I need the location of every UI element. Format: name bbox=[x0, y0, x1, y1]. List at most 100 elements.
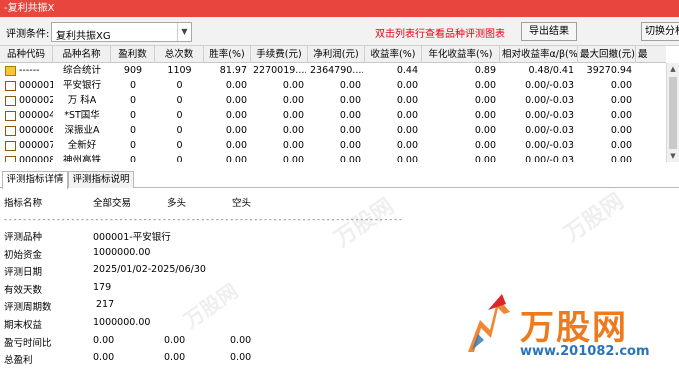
row-drawdown: 0.00 bbox=[610, 140, 632, 151]
condition-label: 评测条件: bbox=[6, 29, 50, 40]
row-name: 综合统计 bbox=[62, 65, 101, 76]
stock-icon bbox=[5, 126, 16, 136]
metric-label: 评测日期 bbox=[4, 267, 43, 278]
window-title: -复利共振X bbox=[0, 0, 679, 17]
row-wins: 0 bbox=[129, 125, 137, 136]
column-header[interactable]: 净利润(元) bbox=[308, 46, 365, 63]
row-winrate: 0.00 bbox=[225, 80, 247, 91]
switch-analysis-button[interactable]: 切换分析 bbox=[641, 22, 679, 41]
row-fee: 0.00 bbox=[282, 125, 304, 136]
row-fee: 0.00 bbox=[282, 155, 304, 162]
row-return: 0.00 bbox=[396, 95, 418, 106]
row-wins: 0 bbox=[129, 80, 137, 91]
table-scrollbar[interactable]: ▲ ▼ bbox=[666, 63, 679, 162]
metric-label: 期末权益 bbox=[4, 320, 43, 331]
column-header[interactable]: 品种代码 bbox=[0, 46, 53, 63]
row-wins: 909 bbox=[123, 65, 143, 76]
row-wins: 0 bbox=[129, 110, 137, 121]
metric-label: 评测周期数 bbox=[4, 302, 52, 313]
metric-all: 1000000.00 bbox=[93, 247, 151, 258]
condition-select[interactable]: 复利共振XG ▼ bbox=[51, 22, 192, 42]
row-annual-return: 0.00 bbox=[474, 95, 496, 106]
row-fee: 0.00 bbox=[282, 95, 304, 106]
row-annual-return: 0.00 bbox=[474, 125, 496, 136]
scroll-thumb[interactable] bbox=[669, 77, 677, 149]
table-header: 品种代码 品种名称 盈利数 总次数 胜率(%) 手续费(元) 净利润(元) 收益… bbox=[0, 46, 666, 63]
metric-label: 盈亏时间比 bbox=[4, 338, 52, 349]
column-header[interactable]: 相对收益率α/β(%) bbox=[500, 46, 578, 63]
column-header[interactable]: 盈利数 bbox=[111, 46, 155, 63]
column-header[interactable]: 最大回撤(元) bbox=[578, 46, 636, 63]
row-total: 0 bbox=[176, 80, 183, 91]
row-profit: 0.00 bbox=[339, 155, 361, 162]
row-name: 万 科A bbox=[67, 95, 97, 106]
stock-icon bbox=[5, 111, 16, 121]
chevron-down-icon[interactable]: ▼ bbox=[177, 23, 191, 41]
row-return: 0.00 bbox=[396, 110, 418, 121]
row-annual-return: 0.00 bbox=[474, 80, 496, 91]
table-row[interactable]: ------ 综合统计 909 1109 81.97 2270019.... 2… bbox=[0, 63, 666, 78]
row-total: 0 bbox=[176, 140, 183, 151]
stock-icon bbox=[5, 96, 16, 106]
metric-all: 217 bbox=[96, 299, 115, 310]
row-code: 000004 bbox=[19, 110, 53, 121]
col-header-all: 全部交易 bbox=[93, 198, 132, 209]
tab-metric-description[interactable]: 评测指标说明 bbox=[68, 171, 134, 188]
row-profit: 0.00 bbox=[339, 95, 361, 106]
column-header[interactable]: 胜率(%) bbox=[204, 46, 251, 63]
row-code: 000002 bbox=[19, 95, 53, 106]
table-row[interactable]: 000004 *ST国华 0 0 0.00 0.00 0.00 0.00 0.0… bbox=[0, 108, 666, 123]
row-code: 000001 bbox=[19, 80, 53, 91]
metric-all: 179 bbox=[93, 282, 112, 293]
row-fee: 0.00 bbox=[282, 140, 304, 151]
metric-label: 有效天数 bbox=[4, 285, 43, 296]
scroll-down-icon[interactable]: ▼ bbox=[667, 150, 679, 162]
row-wins: 0 bbox=[129, 95, 137, 106]
row-annual-return: 0.89 bbox=[474, 65, 496, 76]
col-header-short: 空头 bbox=[232, 198, 252, 209]
row-return: 0.00 bbox=[396, 125, 418, 136]
metric-all: 1000000.00 bbox=[93, 317, 151, 328]
row-relative-return: 0.00/-0.03 bbox=[525, 125, 574, 136]
tab-metric-details[interactable]: 评测指标详情 bbox=[2, 171, 68, 189]
stock-icon bbox=[5, 156, 16, 162]
row-return: 0.00 bbox=[396, 80, 418, 91]
row-profit: 0.00 bbox=[339, 110, 361, 121]
row-wins: 0 bbox=[129, 155, 137, 162]
row-winrate: 0.00 bbox=[225, 140, 247, 151]
row-relative-return: 0.00/-0.03 bbox=[525, 110, 574, 121]
row-relative-return: 0.48/0.41 bbox=[528, 65, 574, 76]
metric-all: 000001-平安银行 bbox=[93, 232, 171, 243]
row-fee: 2270019.... bbox=[253, 65, 306, 76]
table-row[interactable]: 000006 深振业A 0 0 0.00 0.00 0.00 0.00 0.00… bbox=[0, 123, 666, 138]
row-drawdown: 0.00 bbox=[610, 155, 632, 162]
row-total: 0 bbox=[176, 125, 183, 136]
row-return: 0.00 bbox=[396, 155, 418, 162]
column-header[interactable]: 最 bbox=[636, 46, 666, 63]
column-header[interactable]: 收益率(%) bbox=[365, 46, 422, 63]
col-header-long: 多头 bbox=[167, 198, 187, 209]
scroll-up-icon[interactable]: ▲ bbox=[667, 63, 679, 75]
row-winrate: 0.00 bbox=[225, 155, 247, 162]
row-winrate: 0.00 bbox=[225, 95, 247, 106]
metric-label: 总盈利 bbox=[4, 355, 33, 366]
row-code: 000006 bbox=[19, 125, 53, 136]
export-button[interactable]: 导出结果 bbox=[521, 22, 577, 41]
row-profit: 0.00 bbox=[339, 125, 361, 136]
row-winrate: 0.00 bbox=[225, 110, 247, 121]
column-header[interactable]: 品种名称 bbox=[53, 46, 111, 63]
table-row[interactable]: 000007 全新好 0 0 0.00 0.00 0.00 0.00 0.00 … bbox=[0, 138, 666, 153]
row-profit: 0.00 bbox=[339, 140, 361, 151]
column-header[interactable]: 总次数 bbox=[155, 46, 204, 63]
table-row[interactable]: 000001 平安银行 0 0 0.00 0.00 0.00 0.00 0.00… bbox=[0, 78, 666, 93]
table-row[interactable]: 000002 万 科A 0 0 0.00 0.00 0.00 0.00 0.00… bbox=[0, 93, 666, 108]
stock-icon bbox=[5, 81, 16, 91]
column-header[interactable]: 手续费(元) bbox=[251, 46, 308, 63]
hint-text: 双击列表行查看品种评测图表 bbox=[375, 29, 505, 40]
col-header-metric: 指标名称 bbox=[4, 198, 43, 209]
column-header[interactable]: 年化收益率(%) bbox=[422, 46, 500, 63]
metric-label: 评测品种 bbox=[4, 232, 43, 243]
metric-all: 2025/01/02-2025/06/30 bbox=[93, 264, 206, 275]
metric-long: 0.00 bbox=[164, 335, 186, 346]
table-row[interactable]: 000008 神州高铁 0 0 0.00 0.00 0.00 0.00 0.00… bbox=[0, 153, 666, 162]
